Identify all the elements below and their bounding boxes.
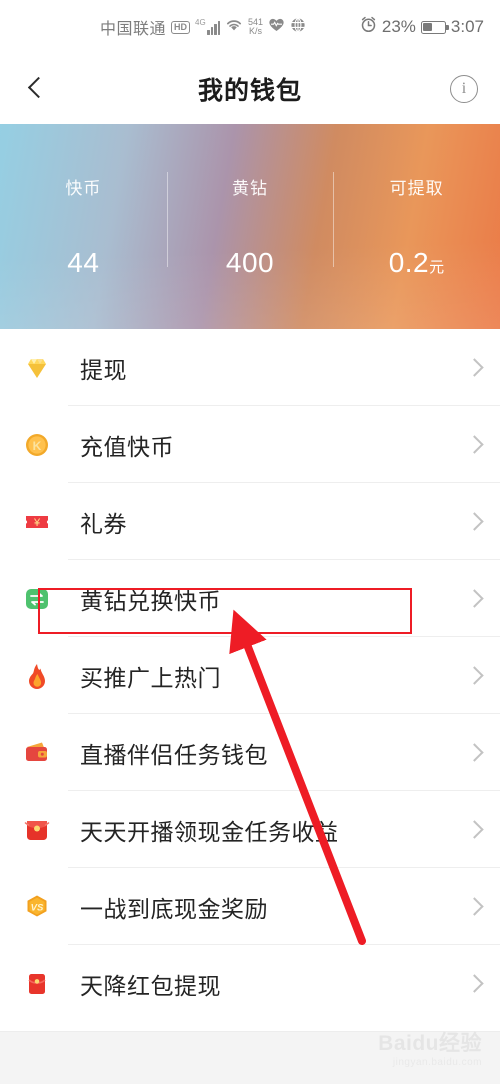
heart-icon [268, 17, 285, 37]
red-packet-icon [20, 813, 54, 847]
exchange-icon [20, 582, 54, 616]
balance-amount: 400 [225, 247, 275, 278]
hd-icon: HD [171, 20, 191, 34]
status-bar: 中国联通 HD 4G 541 K/s 23% 3:07 [0, 0, 500, 54]
balance-amount: 44 [67, 247, 100, 278]
chevron-right-icon [468, 592, 482, 606]
status-bar-left: 中国联通 HD 4G 541 K/s [100, 15, 306, 39]
chevron-right-icon [468, 977, 482, 991]
balance-value: 400 [226, 247, 274, 279]
menu-item-label: 天天开播领现金任务收益 [80, 818, 339, 845]
chevron-right-icon [468, 515, 482, 529]
menu-item-label: 直播伴侣任务钱包 [80, 741, 268, 768]
balance-amount: 0.2 [388, 247, 430, 278]
network-type-label: 4G [195, 17, 206, 27]
balance-column-withdrawable: 可提取 0.2元 [333, 172, 500, 279]
vs-badge-icon: VS [20, 890, 54, 924]
balance-column-kuaibi: 快币 44 [0, 174, 167, 279]
speed-unit: K/s [249, 26, 263, 36]
chevron-right-icon [468, 669, 482, 683]
wallet-icon [20, 736, 54, 770]
chevron-right-icon [468, 361, 482, 375]
menu-item-live-companion-task-wallet[interactable]: 直播伴侣任务钱包 [0, 714, 500, 791]
menu-item-recharge-kuaibi[interactable]: K 充值快币 [0, 406, 500, 483]
menu-item-label: 黄钻兑换快币 [80, 587, 221, 614]
menu-item-battle-cash-reward[interactable]: VS 一战到底现金奖励 [0, 868, 500, 945]
page-title: 我的钱包 [197, 77, 302, 105]
chevron-right-icon [468, 900, 482, 914]
battery-percent-label: 23% [381, 17, 416, 36]
globe-icon [290, 17, 306, 38]
page-header: 我的钱包 i [0, 54, 500, 124]
clock-label: 3:07 [450, 17, 484, 36]
balance-value: 0.2元 [389, 247, 445, 279]
watermark-title: Baidu经验 [378, 1032, 482, 1055]
svg-text:K: K [33, 439, 42, 453]
network-speed-icon: 541 K/s [248, 17, 263, 37]
wallet-menu-list: 提现 K 充值快币 ¥ 礼券 黄钻兑换快币 买推广上热门 直播伴侣任务钱包 天天… [0, 329, 500, 1022]
carrier-label: 中国联通 [100, 21, 167, 38]
svg-text:¥: ¥ [33, 517, 41, 529]
signal-icon: 4G [195, 17, 221, 35]
menu-item-buy-promotion[interactable]: 买推广上热门 [0, 637, 500, 714]
menu-item-label: 充值快币 [80, 433, 174, 460]
balance-label: 可提取 [389, 179, 444, 198]
menu-item-sky-red-envelope-withdraw[interactable]: 天降红包提现 [0, 945, 500, 1022]
wifi-icon [225, 17, 243, 37]
diamond-icon [20, 351, 54, 385]
menu-item-withdraw[interactable]: 提现 [0, 329, 500, 406]
menu-item-label: 买推广上热门 [80, 664, 221, 691]
balance-unit: 元 [429, 259, 445, 276]
menu-item-label: 一战到底现金奖励 [80, 895, 268, 922]
balance-label: 黄钻 [232, 179, 268, 198]
flame-icon [20, 659, 54, 693]
chevron-right-icon [468, 746, 482, 760]
balance-label: 快币 [65, 179, 102, 198]
watermark: Baidu经验 jingyan.baidu.com [378, 1027, 482, 1068]
red-envelope-icon [20, 967, 54, 1001]
k-coin-icon: K [20, 428, 54, 462]
battery-icon [420, 20, 449, 34]
menu-item-label: 提现 [80, 356, 127, 383]
balance-value: 44 [67, 247, 99, 279]
alarm-icon [360, 16, 377, 38]
menu-item-exchange-huangzuan-to-kuaibi[interactable]: 黄钻兑换快币 [0, 560, 500, 637]
menu-item-daily-broadcast-cash-reward[interactable]: 天天开播领现金任务收益 [0, 791, 500, 868]
status-bar-right: 23% 3:07 [360, 0, 484, 54]
balance-column-huangzuan: 黄钻 400 [166, 172, 334, 279]
svg-text:VS: VS [31, 902, 44, 913]
chevron-right-icon [468, 823, 482, 837]
menu-item-gift-coupon[interactable]: ¥ 礼券 [0, 483, 500, 560]
watermark-url: jingyan.baidu.com [392, 1057, 482, 1068]
menu-item-label: 天降红包提现 [80, 972, 221, 999]
chevron-right-icon [468, 438, 482, 452]
balance-card: 快币 44 黄钻 400 可提取 0.2元 [0, 124, 500, 329]
menu-item-label: 礼券 [80, 510, 127, 537]
ticket-icon: ¥ [20, 505, 54, 539]
